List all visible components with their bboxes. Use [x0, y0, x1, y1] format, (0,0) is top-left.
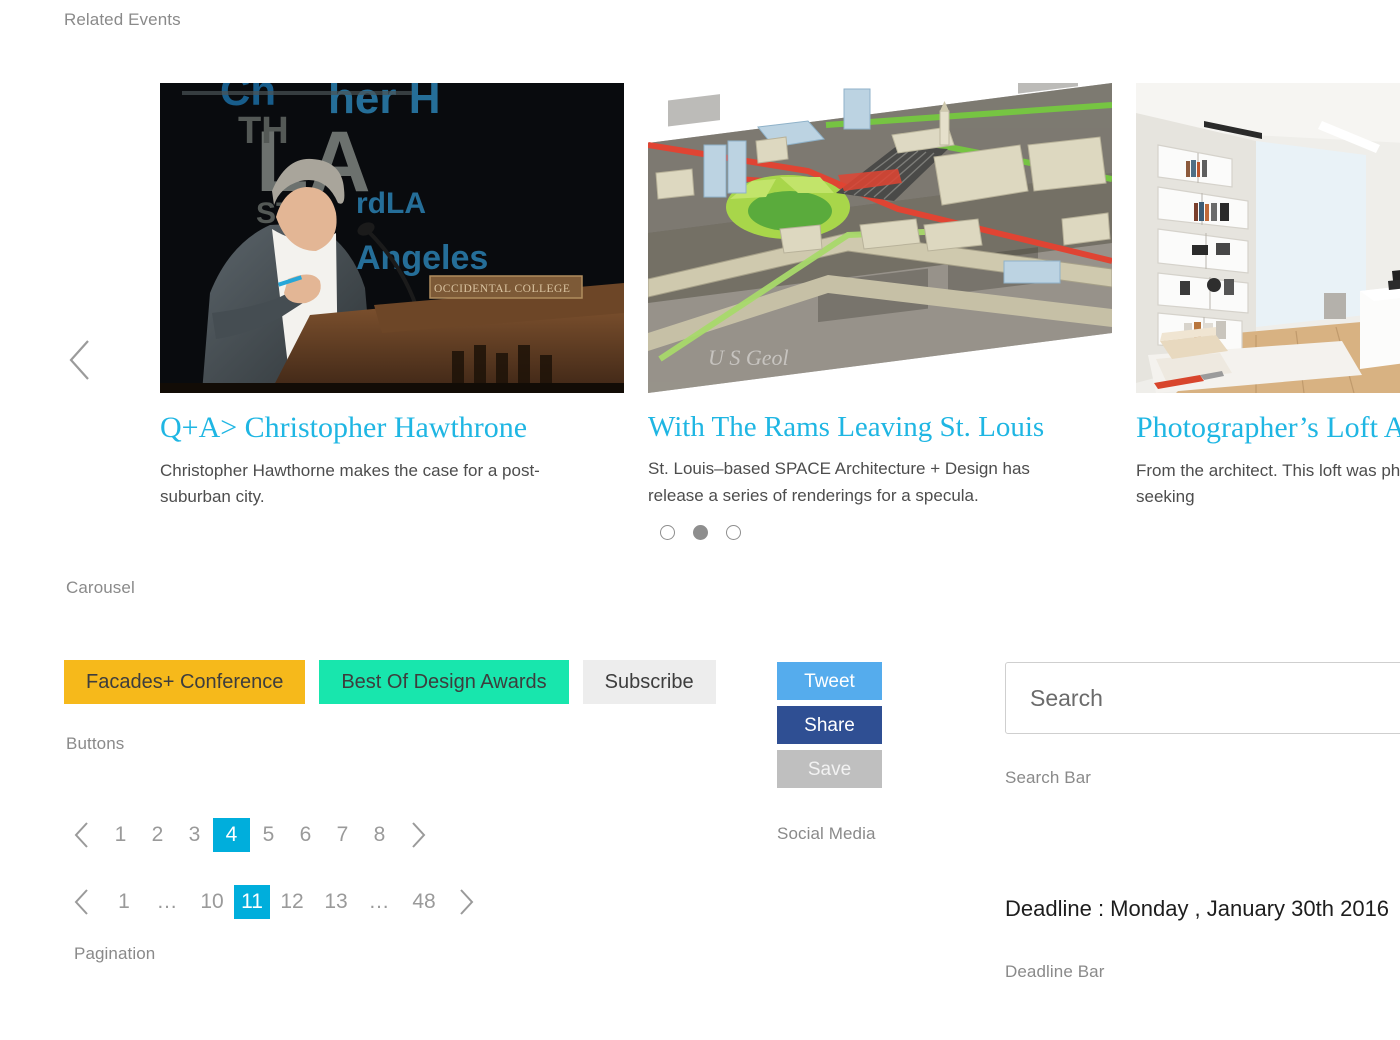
pagination-simple: 1 2 3 4 5 6 7 8: [62, 818, 438, 852]
white-loft-interior-rendering: [1136, 83, 1400, 393]
save-button[interactable]: Save: [777, 750, 882, 788]
pagination-page-11-active[interactable]: 11: [234, 885, 270, 919]
aerial-urban-massing-rendering: U S Geol: [648, 83, 1112, 393]
pagination-page-10[interactable]: 10: [190, 885, 234, 919]
pagination-page-6[interactable]: 6: [287, 818, 324, 852]
pagination-page-48[interactable]: 48: [402, 885, 446, 919]
search-bar: [1005, 662, 1400, 734]
deadline-text: Deadline : Monday , January 30th 2016: [1005, 896, 1390, 921]
carousel-card-title[interactable]: Photographer’s Loft A: [1136, 411, 1400, 446]
svg-text:OCCIDENTAL COLLEGE: OCCIDENTAL COLLEGE: [434, 283, 570, 295]
pagination-page-3[interactable]: 3: [176, 818, 213, 852]
carousel-card-description: From the architect. This loft was photog…: [1136, 460, 1400, 506]
style-guide-page: Related Events Ch her H TH ST rdLA Angel…: [0, 0, 1400, 1040]
tweet-button[interactable]: Tweet: [777, 662, 882, 700]
carousel-card-image[interactable]: [1136, 83, 1400, 393]
carousel-card-image[interactable]: Ch her H LA TH ST rdLA Angeles: [160, 83, 624, 393]
carousel: Ch her H LA TH ST rdLA Angeles: [0, 70, 1400, 550]
carousel-dots: [0, 525, 1400, 540]
related-events-label: Related Events: [64, 10, 181, 29]
carousel-dot[interactable]: [725, 525, 741, 540]
pagination-prev-button[interactable]: [62, 818, 102, 852]
buttons-group: Facades+ Conference Best Of Design Award…: [64, 660, 716, 704]
pagination-ellipsis-right: …: [368, 890, 392, 913]
pagination-page-5[interactable]: 5: [250, 818, 287, 852]
pagination-page-8[interactable]: 8: [361, 818, 398, 852]
carousel-card-description: Christopher Hawthorne makes the case for…: [160, 460, 540, 506]
pagination-prev-button[interactable]: [62, 885, 102, 919]
svg-text:Angeles: Angeles: [356, 239, 488, 277]
chevron-right-icon: [460, 889, 474, 915]
best-of-design-awards-button[interactable]: Best Of Design Awards: [319, 660, 569, 704]
carousel-card[interactable]: Photographer’s Loft A From the architect…: [1136, 83, 1400, 510]
chevron-left-icon: [69, 340, 89, 380]
carousel-prev-button[interactable]: [58, 330, 102, 390]
pagination-label: Pagination: [74, 944, 156, 963]
pagination-next-button[interactable]: [446, 885, 486, 919]
carousel-track: Ch her H LA TH ST rdLA Angeles: [160, 83, 1400, 510]
carousel-card-title[interactable]: With The Rams Leaving St. Louis: [648, 411, 1112, 444]
facades-conference-button[interactable]: Facades+ Conference: [64, 660, 306, 704]
carousel-card-image[interactable]: U S Geol: [648, 83, 1112, 393]
chevron-left-icon: [74, 889, 88, 915]
chevron-left-icon: [74, 822, 88, 848]
carousel-card-description: St. Louis–based SPACE Architecture + Des…: [648, 459, 1030, 505]
carousel-label: Carousel: [66, 578, 135, 597]
subscribe-button[interactable]: Subscribe: [582, 660, 716, 704]
pagination-ellipsis-left: …: [156, 890, 180, 913]
svg-text:TH: TH: [238, 110, 289, 152]
pagination-next-button[interactable]: [398, 818, 438, 852]
carousel-card[interactable]: U S Geol With The Rams Leaving St. Louis…: [648, 83, 1112, 510]
pagination-page-2[interactable]: 2: [139, 818, 176, 852]
social-media-group: Tweet Share Save: [777, 662, 882, 788]
pagination-page-1[interactable]: 1: [102, 885, 146, 919]
speaker-at-podium-photo: Ch her H LA TH ST rdLA Angeles: [160, 83, 624, 393]
share-button[interactable]: Share: [777, 706, 882, 744]
pagination-page-12[interactable]: 12: [270, 885, 314, 919]
deadline-bar: Deadline : Monday , January 30th 2016 12: [1005, 884, 1400, 934]
svg-text:rdLA: rdLA: [356, 187, 426, 220]
search-input[interactable]: [1005, 662, 1400, 734]
pagination-page-1[interactable]: 1: [102, 818, 139, 852]
pagination-page-13[interactable]: 13: [314, 885, 358, 919]
pagination-page-7[interactable]: 7: [324, 818, 361, 852]
pagination-truncated: 1 … 10 11 12 13 … 48: [62, 885, 486, 919]
search-bar-label: Search Bar: [1005, 768, 1092, 787]
carousel-card[interactable]: Ch her H LA TH ST rdLA Angeles: [160, 83, 624, 510]
social-media-label: Social Media: [777, 824, 876, 843]
svg-text:U S Geol: U S Geol: [708, 345, 789, 370]
carousel-card-title[interactable]: Q+A> Christopher Hawthrone: [160, 411, 624, 446]
pagination-page-4-active[interactable]: 4: [213, 818, 250, 852]
carousel-dot[interactable]: [659, 525, 675, 540]
deadline-bar-label: Deadline Bar: [1005, 962, 1105, 981]
chevron-right-icon: [412, 822, 426, 848]
carousel-dot-active[interactable]: [692, 525, 708, 540]
buttons-label: Buttons: [66, 734, 125, 753]
